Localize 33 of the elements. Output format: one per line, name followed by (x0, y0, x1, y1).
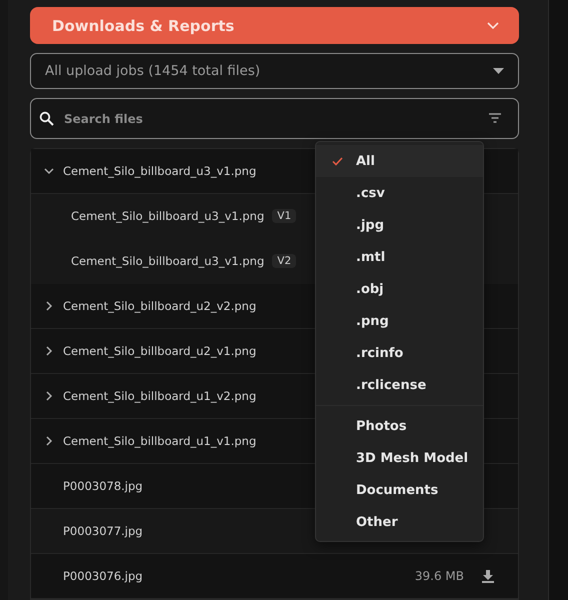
file-name: Cement_Silo_billboard_u2_v1.png (63, 344, 256, 358)
file-name: Cement_Silo_billboard_u3_v1.png (63, 164, 256, 178)
filter-option[interactable]: .csv (316, 177, 483, 209)
file-size: 39.6 MB (414, 569, 464, 583)
job-select[interactable]: All upload jobs (1454 total files) (30, 53, 519, 89)
filter-option[interactable]: .rcinfo (316, 337, 483, 369)
version-badge: V1 (272, 209, 296, 223)
file-name: Cement_Silo_billboard_u3_v1.png (71, 254, 264, 268)
file-name: P0003077.jpg (63, 524, 143, 538)
file-name: Cement_Silo_billboard_u2_v2.png (63, 299, 256, 313)
section-title: Downloads & Reports (52, 16, 234, 35)
filter-option[interactable]: Documents (316, 474, 483, 506)
search-field[interactable]: Search files (30, 98, 519, 139)
filter-option[interactable]: .png (316, 305, 483, 337)
file-name: Cement_Silo_billboard_u1_v1.png (63, 434, 256, 448)
download-icon[interactable] (482, 570, 494, 582)
filter-option[interactable]: .rclicense (316, 369, 483, 401)
filter-option[interactable]: .jpg (316, 209, 483, 241)
caret-icon (493, 68, 504, 74)
filter-icon[interactable] (489, 113, 501, 123)
filter-option[interactable]: .obj (316, 273, 483, 305)
search-icon (39, 111, 54, 126)
file-name: P0003078.jpg (63, 479, 143, 493)
check-icon (332, 156, 343, 166)
file-name: Cement_Silo_billboard_u3_v1.png (71, 209, 264, 223)
filter-option[interactable]: Other (316, 506, 483, 538)
filter-option[interactable]: Photos (316, 410, 483, 442)
filter-option[interactable]: All (316, 145, 483, 177)
filter-option[interactable]: 3D Mesh Model (316, 442, 483, 474)
version-badge: V2 (272, 254, 296, 268)
file-name: P0003076.jpg (63, 569, 143, 583)
filter-option[interactable]: .mtl (316, 241, 483, 273)
file-name: Cement_Silo_billboard_u1_v2.png (63, 389, 256, 403)
